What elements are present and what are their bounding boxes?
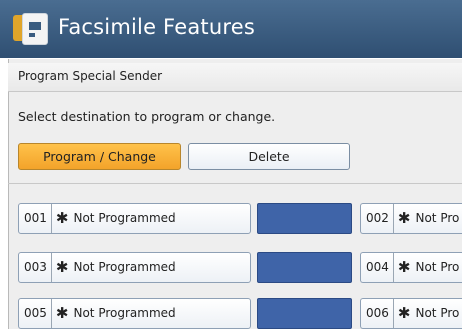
unprogrammed-mark-icon: ✱ (397, 304, 411, 322)
destination-005-swatch (257, 298, 352, 329)
destination-006-button[interactable]: 006 ✱ Not Pro (360, 298, 462, 329)
destination-label: Not Programmed (73, 306, 176, 320)
unprogrammed-mark-icon: ✱ (397, 258, 411, 276)
destination-001-button[interactable]: 001 ✱ Not Programmed (18, 203, 251, 234)
unprogrammed-mark-icon: ✱ (55, 209, 69, 227)
destination-number: 002 (361, 204, 394, 233)
destination-label: Not Programmed (73, 211, 176, 225)
instruction-text: Select destination to program or change. (18, 109, 276, 124)
page-title: Facsimile Features (58, 15, 255, 39)
section-title: Program Special Sender (18, 69, 163, 83)
destination-005-button[interactable]: 005 ✱ Not Programmed (18, 298, 251, 329)
destination-label: Not Pro (415, 211, 460, 225)
unprogrammed-mark-icon: ✱ (397, 209, 411, 227)
destination-003-swatch (257, 252, 352, 283)
destination-002-button[interactable]: 002 ✱ Not Pro (360, 203, 462, 234)
delete-button[interactable]: Delete (188, 143, 350, 170)
destination-label: Not Pro (415, 260, 460, 274)
destination-number: 004 (361, 253, 394, 282)
content-panel (8, 59, 462, 329)
destination-003-button[interactable]: 003 ✱ Not Programmed (18, 252, 251, 283)
divider (8, 183, 462, 184)
destination-004-button[interactable]: 004 ✱ Not Pro (360, 252, 462, 283)
title-bar: Facsimile Features (0, 0, 462, 58)
program-change-button[interactable]: Program / Change (18, 143, 181, 170)
unprogrammed-mark-icon: ✱ (55, 258, 69, 276)
destination-label: Not Pro (415, 306, 460, 320)
destination-number: 005 (19, 299, 52, 328)
section-header: Program Special Sender (8, 63, 462, 92)
unprogrammed-mark-icon: ✱ (55, 304, 69, 322)
destination-label: Not Programmed (73, 260, 176, 274)
facsimile-app-icon (13, 13, 48, 45)
destination-number: 006 (361, 299, 394, 328)
destination-number: 001 (19, 204, 52, 233)
destination-001-swatch (257, 203, 352, 234)
destination-number: 003 (19, 253, 52, 282)
